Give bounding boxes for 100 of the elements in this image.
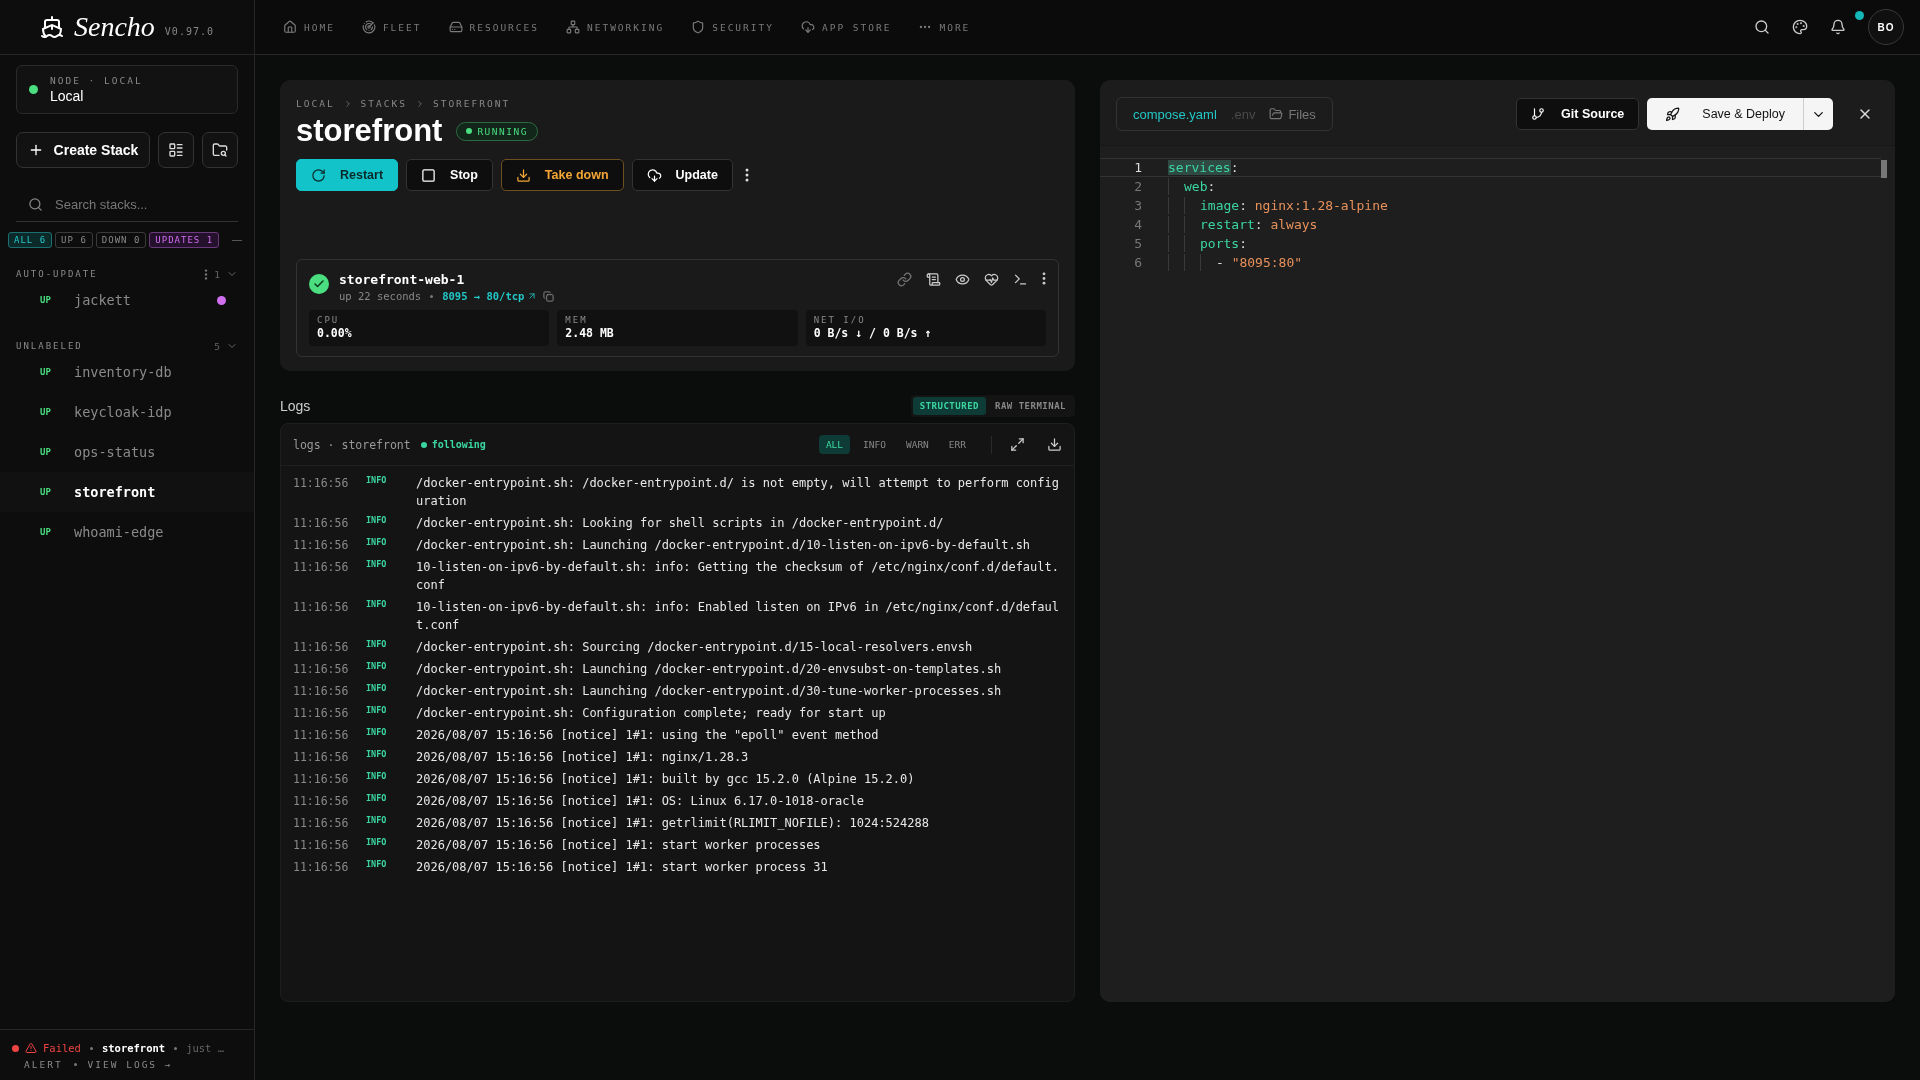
log-time: 11:16:56 <box>293 771 350 788</box>
nav-link[interactable]: NETWORKING <box>566 20 665 34</box>
nav-link[interactable]: MORE <box>918 20 971 34</box>
logs-title: Logs <box>280 398 311 414</box>
breadcrumb-item[interactable]: STACKS <box>360 98 407 109</box>
group-count: 1 <box>214 268 220 280</box>
nav-link[interactable]: FLEET <box>361 20 422 34</box>
separator-dot <box>73 1063 77 1066</box>
log-level: INFO <box>366 704 388 717</box>
search-button[interactable] <box>1754 19 1770 35</box>
log-message: 2026/08/07 15:16:56 [notice] 1#1: getrlimit(RLIMIT_NOFILE): 1024:524288 <box>416 815 930 832</box>
level-filter[interactable]: ALL <box>818 435 851 454</box>
warning-icon <box>25 1042 37 1054</box>
metric-label: NET I/O <box>813 315 867 325</box>
stack-item[interactable]: UP inventory-db <box>0 352 254 392</box>
log-time: 11:16:56 <box>293 793 350 810</box>
group-label: UNLABELED <box>16 341 84 351</box>
log-message: /docker-entrypoint.sh: /docker-entrypoint.d/ is not empty, will attempt to perform configuration <box>416 475 1060 510</box>
search-field[interactable]: Search stacks... <box>53 196 226 213</box>
create-stack-button[interactable]: Create Stack <box>16 132 150 168</box>
stack-name: inventory-db <box>74 364 173 380</box>
log-level: INFO <box>366 682 388 695</box>
status-tag: UP <box>40 295 56 305</box>
log-level: INFO <box>366 858 388 871</box>
user-avatar[interactable]: BO <box>1868 9 1904 45</box>
filter-chip[interactable]: ALL 6 <box>8 232 53 248</box>
terminal-icon[interactable] <box>1013 272 1028 287</box>
home-icon <box>283 20 297 34</box>
breadcrumb-item: STOREFRONT <box>432 98 511 109</box>
git-source-button[interactable]: Git Source <box>1516 98 1640 130</box>
breadcrumb-item[interactable]: LOCAL <box>296 98 335 109</box>
log-message: /docker-entrypoint.sh: Sourcing /docker-entrypoint.d/15-local-resolvers.envsh <box>416 639 974 656</box>
container-name: storefront-web-1 <box>339 272 466 287</box>
expand-icon[interactable] <box>1010 437 1025 452</box>
cloud-download-icon <box>800 20 815 34</box>
level-filter[interactable]: WARN <box>898 435 936 454</box>
log-time: 11:16:56 <box>293 727 350 744</box>
scroll-icon[interactable] <box>926 272 941 287</box>
stack-item[interactable]: UP jackett <box>0 280 254 320</box>
shield-icon <box>691 20 706 34</box>
log-level: INFO <box>366 814 388 827</box>
alert-time: just … <box>186 1042 225 1054</box>
mode-tab[interactable]: RAW TERMINAL <box>987 397 1073 415</box>
mode-tab[interactable]: STRUCTURED <box>912 397 986 415</box>
node-label: NODE · LOCAL <box>50 75 143 86</box>
log-message: 2026/08/07 15:16:56 [notice] 1#1: OS: Linux 6.17.0-1018-oracle <box>416 793 865 810</box>
palette-button[interactable] <box>1792 19 1808 35</box>
log-message: /docker-entrypoint.sh: Configuration complete; ready for start up <box>416 705 887 722</box>
nav-link[interactable]: HOME <box>283 20 335 34</box>
view-logs-link[interactable]: VIEW LOGS → <box>87 1059 173 1070</box>
filter-chip[interactable]: DOWN 0 <box>95 232 147 248</box>
folder-search-button[interactable] <box>202 132 238 168</box>
log-time: 11:16:56 <box>293 837 350 854</box>
group-label: AUTO-UPDATE <box>16 269 99 279</box>
file-tab[interactable]: Files <box>1269 106 1316 122</box>
download-icon <box>515 167 531 183</box>
code-line: ports: <box>1200 236 1248 251</box>
nav-link[interactable]: RESOURCES <box>448 20 539 34</box>
bell-icon <box>1830 19 1846 35</box>
filter-chip[interactable]: UPDATES 1 <box>149 232 220 248</box>
code-editor[interactable]: 1 services: 2 web: 3 image: nginx:1.28-alpine 4 restart: always 5 ports: 6 - "8095:80" <box>1100 145 1895 1002</box>
stack-item[interactable]: UP whoami-edge <box>0 512 254 552</box>
filter-chip[interactable]: UP 6 <box>55 232 93 248</box>
square-icon <box>421 167 437 183</box>
code-line: image: nginx:1.28-alpine <box>1200 198 1388 213</box>
stack-name: ops-status <box>74 444 157 460</box>
port-link[interactable]: 8095 → 80/tcp <box>442 290 538 302</box>
stop-button[interactable]: Stop <box>406 159 493 191</box>
node-selector[interactable]: NODE · LOCAL Local <box>16 65 238 114</box>
code-line: restart: always <box>1200 217 1318 232</box>
alert-dot <box>12 1044 19 1052</box>
scrollbar-thumb[interactable] <box>1881 160 1887 178</box>
update-button[interactable]: Update <box>631 159 733 191</box>
stack-item[interactable]: UP storefront <box>0 472 254 512</box>
heart-pulse-icon[interactable] <box>984 272 999 287</box>
download-icon[interactable] <box>1047 437 1062 452</box>
log-message: /docker-entrypoint.sh: Looking for shell scripts in /docker-entrypoint.d/ <box>416 515 945 532</box>
nav-link[interactable]: APP STORE <box>800 20 892 34</box>
brand-name: Sencho <box>74 11 155 43</box>
level-filter[interactable]: ERR <box>941 435 973 454</box>
code-line: web: <box>1184 179 1217 194</box>
log-level: INFO <box>366 514 388 527</box>
palette-icon <box>1792 19 1808 35</box>
stack-item[interactable]: UP keycloak-idp <box>0 392 254 432</box>
kebab-icon[interactable] <box>1042 272 1046 285</box>
link-icon[interactable] <box>897 272 912 287</box>
restart-button[interactable]: Restart <box>296 159 399 191</box>
log-level: INFO <box>366 660 388 673</box>
drive-icon <box>448 20 463 34</box>
take-down-button[interactable]: Take down <box>500 159 624 191</box>
kebab-icon <box>744 168 749 182</box>
nav-link[interactable]: SECURITY <box>691 20 774 34</box>
stack-item[interactable]: UP ops-status <box>0 432 254 472</box>
list-view-button[interactable] <box>158 132 194 168</box>
metric-value: 0.00% <box>317 326 353 340</box>
level-filter[interactable]: INFO <box>856 435 893 454</box>
metric-label: MEM <box>565 315 589 325</box>
copy-icon[interactable] <box>543 290 555 302</box>
file-tab[interactable]: compose.yaml <box>1133 106 1217 122</box>
eye-icon[interactable] <box>955 272 970 287</box>
